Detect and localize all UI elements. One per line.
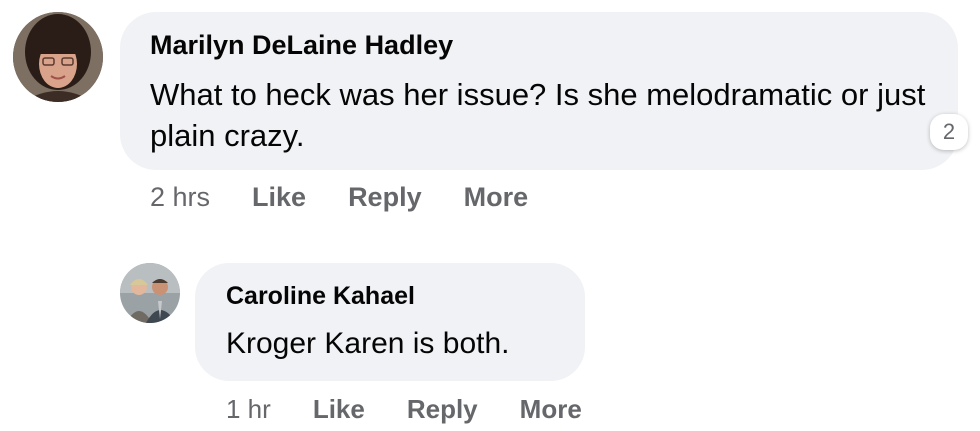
more-button[interactable]: More — [520, 394, 582, 425]
comment-author[interactable]: Marilyn DeLaine Hadley — [150, 30, 453, 61]
avatar[interactable] — [120, 263, 180, 323]
reply-timestamp[interactable]: 1 hr — [226, 394, 271, 425]
comment-timestamp[interactable]: 2 hrs — [150, 182, 210, 213]
reply-bubble: Caroline Kahael Kroger Karen is both. — [195, 263, 585, 381]
comment-actions: 2 hrs Like Reply More — [150, 182, 528, 213]
like-button[interactable]: Like — [252, 182, 306, 213]
reply-button[interactable]: Reply — [348, 182, 422, 213]
reply-text: Kroger Karen is both. — [226, 327, 510, 360]
comment-text: What to heck was her issue? Is she melod… — [150, 77, 926, 153]
like-button[interactable]: Like — [313, 394, 365, 425]
reply-actions: 1 hr Like Reply More — [226, 394, 582, 425]
avatar-image — [13, 12, 103, 102]
comment-bubble: Marilyn DeLaine Hadley What to heck was … — [120, 12, 958, 170]
reply-author[interactable]: Caroline Kahael — [226, 282, 415, 311]
more-button[interactable]: More — [464, 182, 529, 213]
avatar[interactable] — [13, 12, 103, 102]
reaction-count-badge[interactable]: 2 — [930, 114, 968, 150]
avatar-image — [120, 263, 180, 323]
reply-button[interactable]: Reply — [407, 394, 478, 425]
